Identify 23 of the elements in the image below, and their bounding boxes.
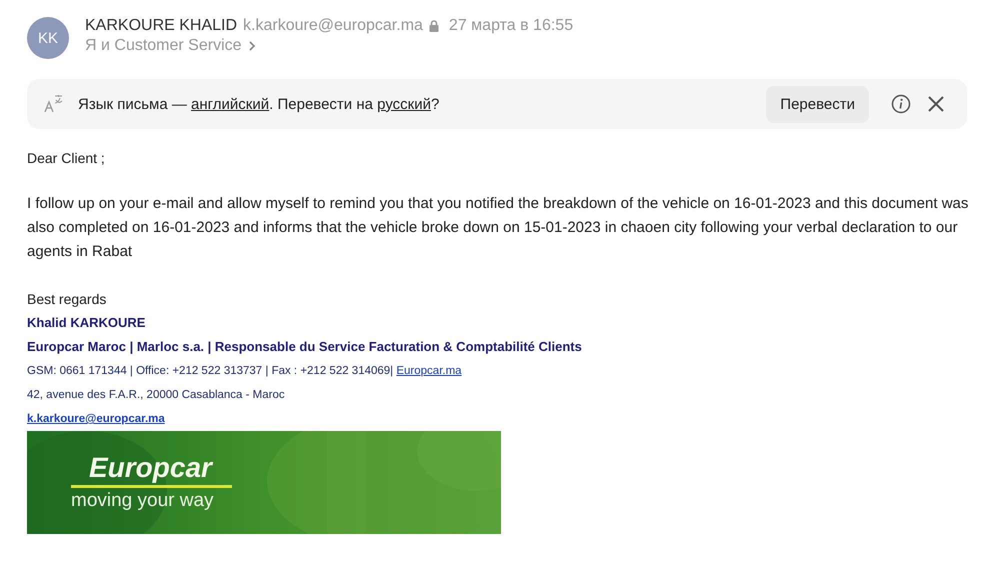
date-text: 27 марта в 16:55 xyxy=(448,17,574,35)
slogan-text: moving your way xyxy=(71,490,214,512)
language-link[interactable]: английский xyxy=(191,96,270,112)
greeting-text: Dear Client ; xyxy=(27,149,106,168)
chevron-icon xyxy=(248,40,256,52)
translate-icon xyxy=(44,94,64,114)
contact-line: GSM: 0661 171344 | Office: +212 522 313737 | Fax : +212 522 314069| Europcar.ma xyxy=(27,364,463,379)
brand-logo: Europcar xyxy=(71,451,232,488)
close-icon[interactable] xyxy=(927,95,945,113)
closing-text: Best regards xyxy=(27,290,108,309)
message-paragraph: I follow up on your e-mail and allow myself to remind you that you notified the breakdown of the vehicle on 16-01-2023 and this document was also completed on 16-01-2023 and informs that the vehicle broke down on 15-01-2023 in chaoen city following your verbal declaration to our agents in Rabat xyxy=(27,194,970,262)
sender-name[interactable]: KARKOURE KHALID xyxy=(85,17,238,35)
signature-name: Khalid KARKOURE xyxy=(27,314,146,332)
address-text: 42, avenue des F.A.R., 20000 Casablanca - Maroc xyxy=(27,388,286,403)
website-link[interactable]: Europcar.ma xyxy=(396,365,462,377)
avatar: KK xyxy=(27,17,69,59)
translate-button[interactable]: Перевести xyxy=(766,86,869,122)
translate-prompt: Язык письма — английский. Перевести на русский? xyxy=(78,96,440,112)
lock-icon xyxy=(428,20,439,32)
signature-title: Europcar Maroc | Marloc s.a. | Responsable du Service Facturation & Comptabilité Clients xyxy=(27,338,583,356)
info-icon[interactable] xyxy=(891,94,911,114)
email-link[interactable]: k.karkoure@europcar.ma xyxy=(27,413,165,425)
language-link[interactable]: русский xyxy=(377,96,431,112)
